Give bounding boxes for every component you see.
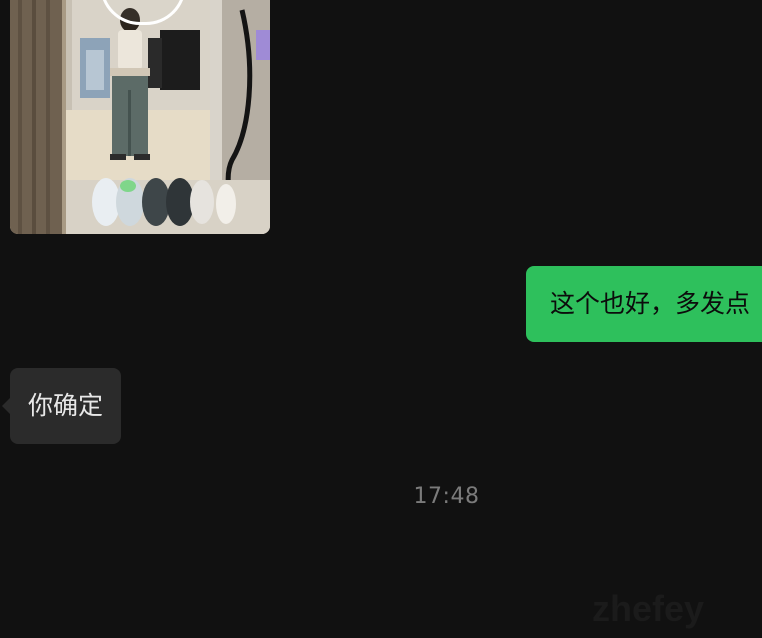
video-frame-image <box>10 0 270 234</box>
sent-message-text: 这个也好，多发点 <box>550 289 751 318</box>
watermark: zhefey <box>592 588 705 629</box>
video-message-thumbnail[interactable] <box>10 0 270 234</box>
sent-message-bubble[interactable]: 这个也好，多发点 <box>526 266 762 342</box>
received-message-text: 你确定 <box>28 391 104 420</box>
message-timestamp: 17:48 <box>413 484 480 509</box>
chat-window: 这个也好，多发点 你确定 17:48 zhefey <box>0 0 762 638</box>
received-message-bubble[interactable]: 你确定 <box>1 368 122 444</box>
